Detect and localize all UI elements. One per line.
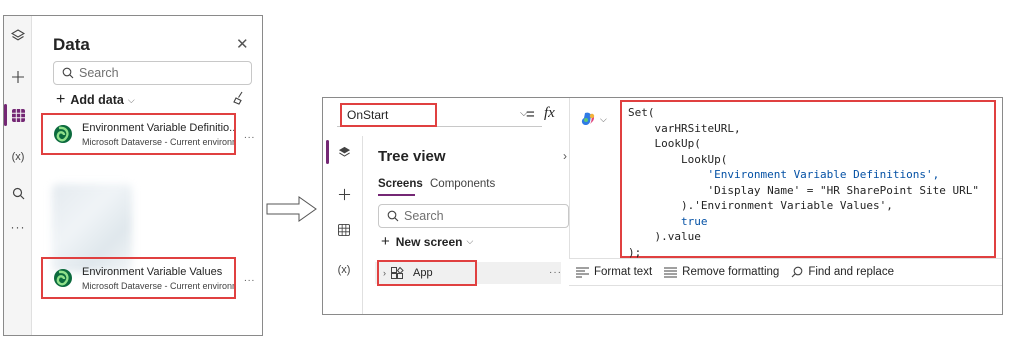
formula-toolbar: Format text Remove formatting Find and r…: [569, 258, 1002, 286]
close-icon[interactable]: ✕: [236, 35, 249, 53]
tab-underline: [378, 194, 415, 196]
datasource-item[interactable]: Environment Variable Definitio... Micros…: [41, 113, 236, 155]
variables-icon[interactable]: (x): [7, 146, 29, 168]
format-text-button[interactable]: Format text: [576, 266, 652, 278]
tree-item-app[interactable]: › App: [377, 260, 477, 286]
chevron-right-icon[interactable]: ›: [563, 149, 567, 163]
equals-sign: =: [526, 106, 535, 123]
copilot-icon: [581, 112, 595, 126]
add-data-label: Add data: [70, 93, 124, 107]
data-search-input[interactable]: Search: [53, 61, 252, 85]
code-line: true: [628, 214, 708, 228]
datasource-source: Microsoft Dataverse - Current environm..…: [82, 280, 234, 291]
remove-formatting-label: Remove formatting: [682, 266, 780, 278]
code-line: LookUp(: [628, 137, 701, 150]
search-icon[interactable]: [7, 182, 29, 204]
fx-icon[interactable]: fx: [544, 105, 555, 122]
search-placeholder: Search: [404, 209, 444, 223]
remove-formatting-icon: [664, 266, 678, 278]
property-value: OnStart: [340, 103, 437, 127]
data-grid-icon[interactable]: [7, 104, 29, 126]
dataverse-logo-icon: [54, 269, 72, 287]
search-placeholder: Search: [79, 66, 119, 80]
chevron-right-icon[interactable]: ›: [383, 268, 386, 278]
tree-search-input[interactable]: Search: [378, 204, 569, 228]
more-options-icon[interactable]: ···: [549, 267, 562, 278]
layers-icon[interactable]: [334, 142, 354, 162]
dataverse-logo-icon: [54, 125, 72, 143]
code-line: ).'Environment Variable Values',: [628, 199, 893, 212]
search-icon: [62, 67, 74, 79]
chevron-down-icon: ⌵: [127, 94, 135, 105]
data-panel: (x) ··· Data ✕ Search + Add data ⌵ Envir…: [3, 15, 263, 336]
find-replace-label: Find and replace: [808, 266, 894, 278]
app-icon: [391, 267, 404, 279]
tab-components[interactable]: Components: [430, 178, 495, 190]
formula-editor[interactable]: Set( varHRSiteURL, LookUp( LookUp( 'Envi…: [620, 100, 996, 259]
find-replace-button[interactable]: Find and replace: [791, 266, 894, 278]
new-screen-label: New screen: [395, 234, 463, 249]
panel-title: Data: [53, 35, 90, 54]
property-dropdown[interactable]: OnStart ⌵: [337, 103, 542, 127]
tree-item-label: App: [413, 267, 433, 279]
format-text-icon: [576, 266, 589, 278]
left-rail: (x) ···: [4, 16, 32, 335]
format-text-label: Format text: [594, 266, 653, 278]
divider: [569, 98, 570, 258]
remove-formatting-button[interactable]: Remove formatting: [664, 266, 779, 278]
plus-icon: +: [56, 91, 66, 108]
datasource-name: Environment Variable Values: [82, 265, 223, 278]
chevron-down-icon: ⌵: [600, 113, 607, 124]
code-line: LookUp(: [628, 152, 728, 166]
search-icon: [791, 266, 803, 278]
more-options-icon[interactable]: ...: [244, 273, 255, 284]
variables-icon[interactable]: (x): [334, 260, 354, 280]
tree-view-title: Tree view: [378, 148, 446, 165]
copilot-button[interactable]: ⌵: [580, 111, 607, 127]
tree-view-pane: Tree view › Screens Components Search + …: [363, 136, 569, 314]
code-line: Set(: [628, 106, 655, 119]
search-icon: [387, 210, 399, 222]
broom-icon[interactable]: [232, 91, 246, 108]
plus-icon[interactable]: [334, 184, 354, 204]
more-options-icon[interactable]: ...: [244, 130, 255, 141]
flow-arrow-icon: [266, 196, 317, 222]
plus-icon: +: [381, 233, 390, 250]
data-grid-icon[interactable]: [334, 220, 354, 240]
code-line: 'Display Name' = "HR SharePoint Site URL…: [628, 183, 979, 197]
datasource-name: Environment Variable Definitio...: [82, 121, 234, 134]
code-line: ).value: [628, 230, 701, 243]
code-line: varHRSiteURL,: [628, 121, 741, 135]
new-screen-button[interactable]: + New screen ⌵: [381, 234, 473, 249]
datasource-item[interactable]: Environment Variable Values Microsoft Da…: [41, 257, 236, 299]
more-icon[interactable]: ···: [7, 216, 29, 238]
code-line: 'Environment Variable Definitions',: [628, 168, 940, 181]
active-indicator: [326, 140, 329, 164]
add-data-button[interactable]: + Add data ⌵: [56, 92, 135, 108]
chevron-down-icon: ⌵: [466, 236, 474, 246]
studio-panel: OnStart ⌵ = fx (x) Tree view › Screens C…: [322, 97, 1003, 315]
layers-icon[interactable]: [7, 25, 29, 47]
tab-screens[interactable]: Screens: [378, 178, 423, 190]
plus-icon[interactable]: [7, 66, 29, 88]
datasource-source: Microsoft Dataverse - Current environm..…: [82, 136, 234, 147]
